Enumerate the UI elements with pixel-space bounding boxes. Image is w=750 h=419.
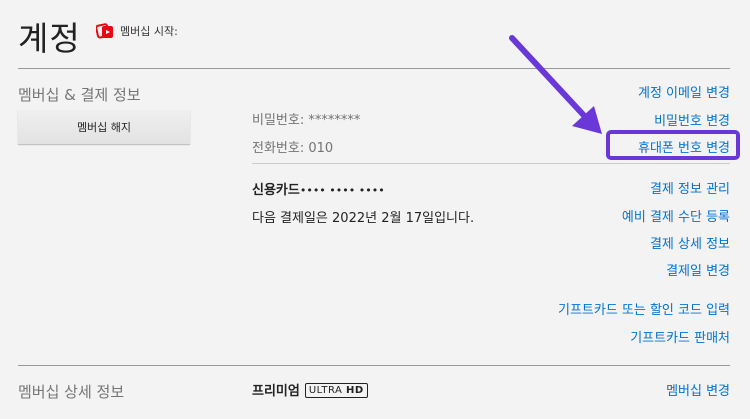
plan-name: 프리미엄 [252, 384, 300, 399]
membership-badge-icon [96, 23, 113, 39]
ultra-hd-badge: ULTRA HD [304, 383, 368, 398]
manage-payment-link[interactable]: 결제 정보 관리 [650, 178, 730, 197]
billing-details-link[interactable]: 결제 상세 정보 [650, 233, 730, 252]
gift-card-retailers-link[interactable]: 기프트카드 판매처 [630, 327, 730, 346]
change-password-link[interactable]: 비밀번호 변경 [654, 110, 730, 129]
card-type-label: 신용카드 [252, 183, 300, 198]
change-billing-day-link[interactable]: 결제일 변경 [666, 260, 730, 279]
page-title: 계정 [18, 19, 81, 58]
billing-divider [252, 163, 730, 164]
header-divider [18, 68, 730, 69]
member-since-badge: 멤버십 시작: [96, 22, 178, 40]
plan-info: 프리미엄 ULTRA HD [252, 380, 368, 399]
change-plan-link[interactable]: 멤버십 변경 [666, 380, 730, 399]
payment-method: 신용카드•••• •••• •••• [252, 179, 385, 198]
arrow-annotation [509, 35, 602, 134]
password-value: 비밀번호: ******** [252, 113, 361, 128]
cancel-membership-button[interactable]: 멤버십 해지 [18, 110, 190, 144]
plan-details-section-label: 멤버십 상세 정보 [18, 383, 125, 401]
next-billing-date: 다음 결제일은 2022년 2월 17일입니다. [252, 211, 475, 226]
membership-billing-section-label: 멤버십 & 결제 정보 [18, 86, 141, 104]
highlight-annotation [606, 130, 740, 160]
card-number-mask: •••• •••• •••• [299, 184, 385, 197]
phone-value: 전화번호: 010 [252, 141, 334, 156]
member-since-label: 멤버십 시작: [120, 25, 178, 38]
change-email-link[interactable]: 계정 이메일 변경 [638, 82, 730, 101]
ultra-badge-text: ULTRA [308, 385, 343, 396]
add-backup-payment-link[interactable]: 예비 결제 수단 등록 [622, 206, 730, 225]
section-divider [18, 365, 730, 366]
redeem-gift-code-link[interactable]: 기프트카드 또는 할인 코드 입력 [558, 299, 730, 318]
hd-badge-text: HD [346, 385, 364, 396]
